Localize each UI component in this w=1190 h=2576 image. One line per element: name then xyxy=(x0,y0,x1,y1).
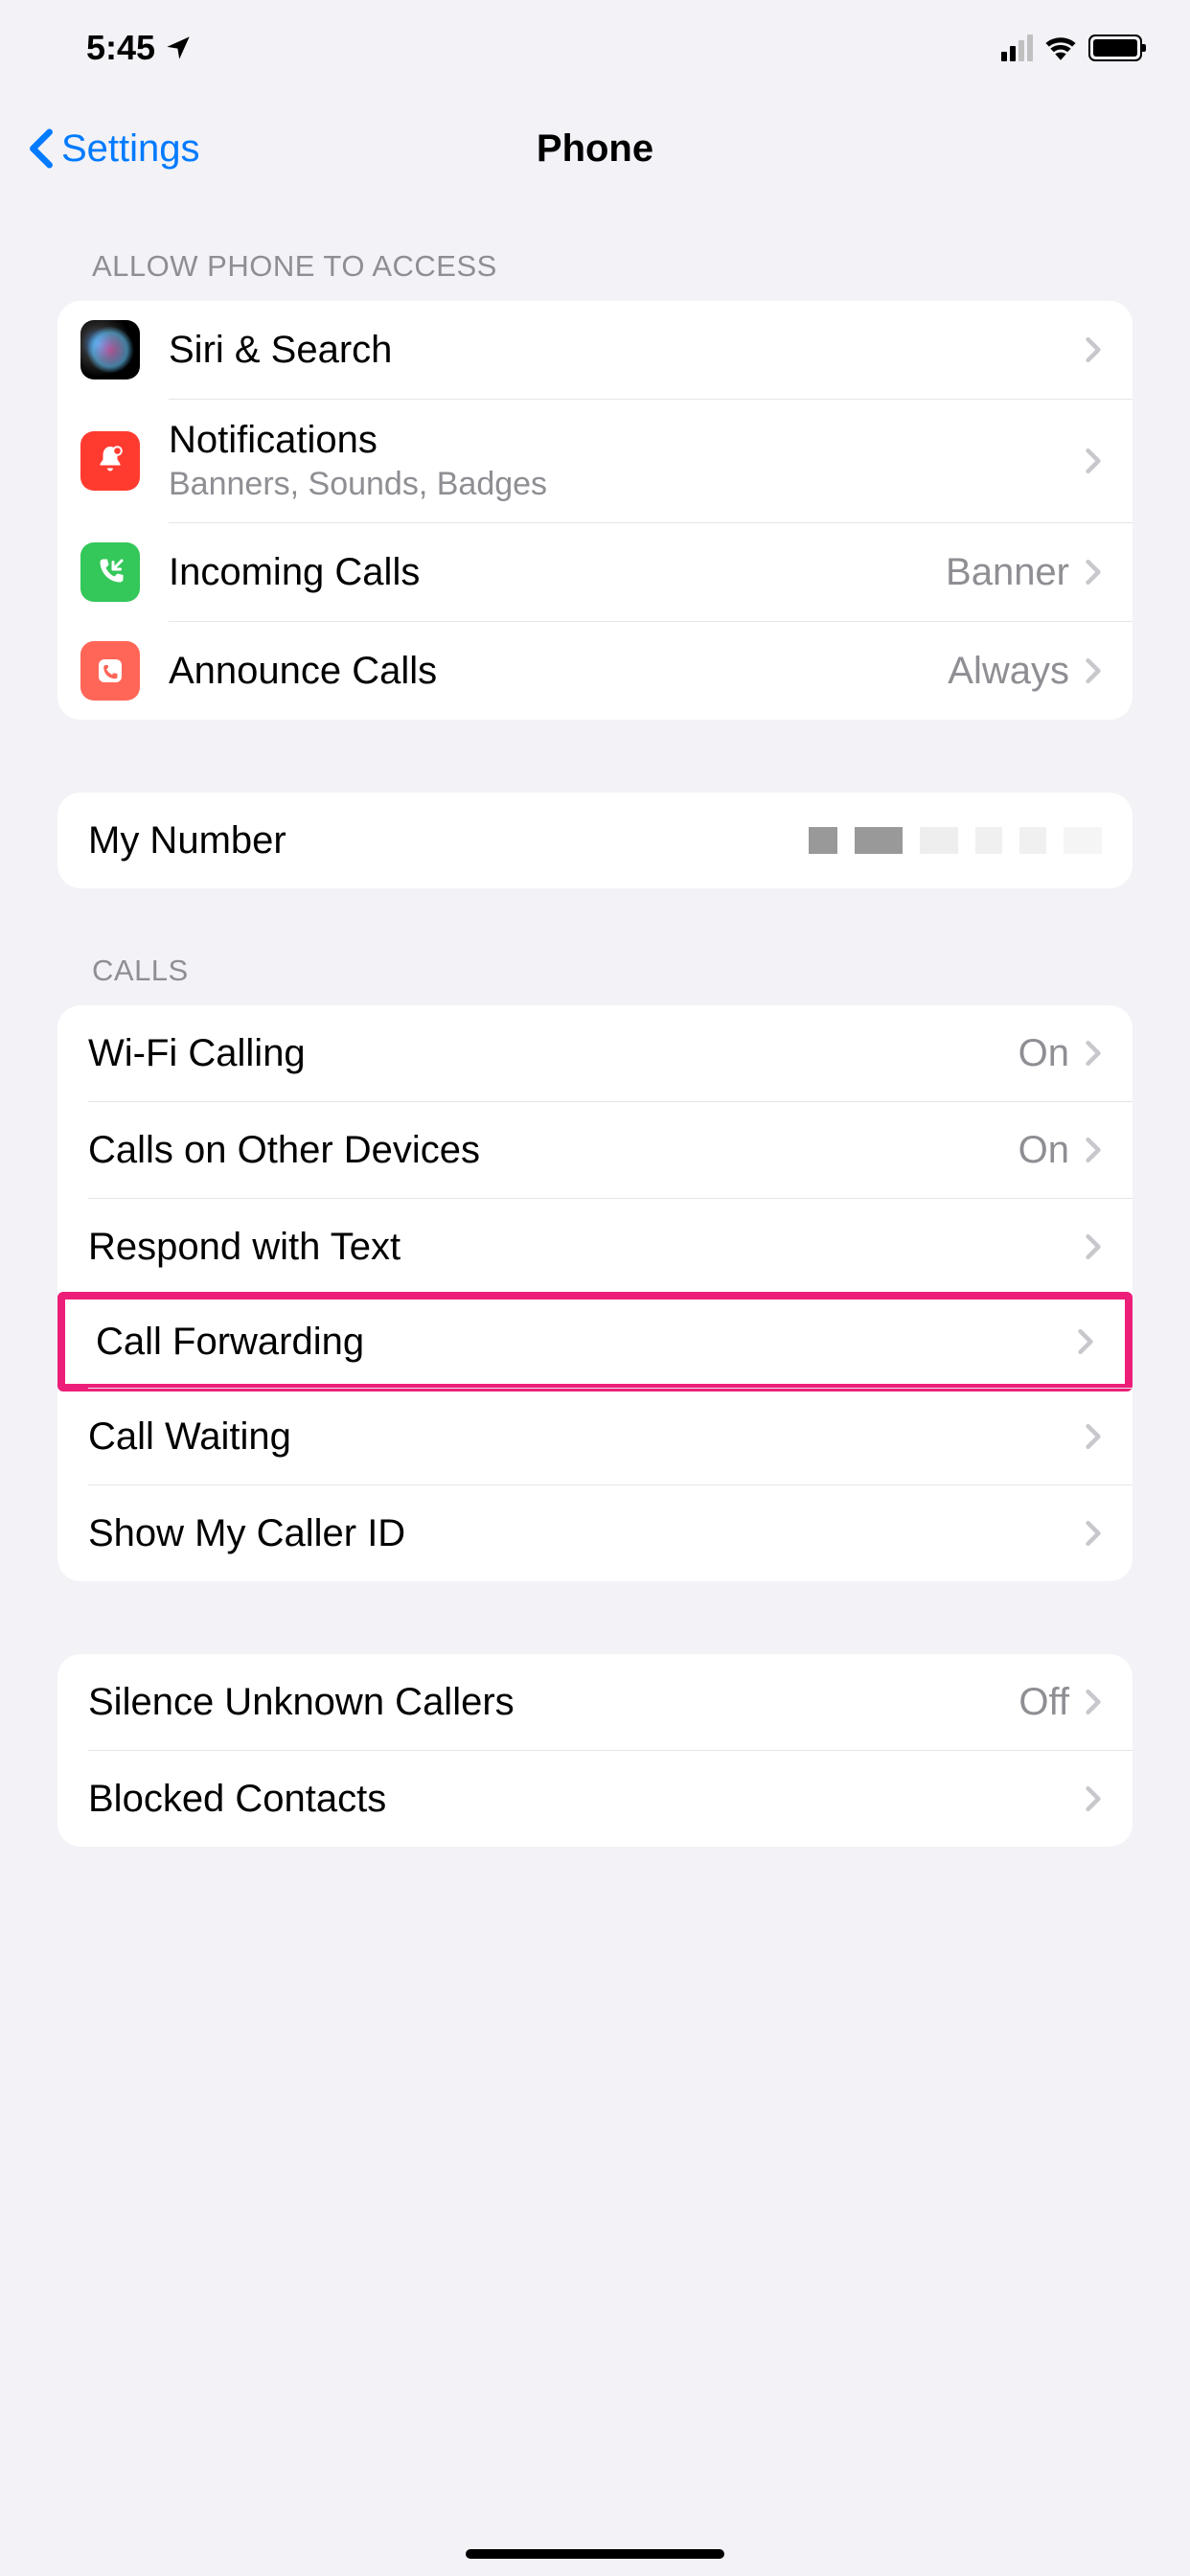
chevron-right-icon xyxy=(1085,1519,1102,1548)
respond-label: Respond with Text xyxy=(88,1226,1085,1269)
row-incoming-calls[interactable]: Incoming Calls Banner xyxy=(57,523,1133,621)
siri-icon xyxy=(80,320,140,380)
page-title: Phone xyxy=(537,127,653,171)
section-access: Siri & Search Notifications Banners, Sou… xyxy=(57,301,1133,720)
row-announce-calls[interactable]: Announce Calls Always xyxy=(57,622,1133,720)
chevron-right-icon xyxy=(1085,1784,1102,1813)
section-header-access: Allow Phone to Access xyxy=(57,201,1133,301)
my-number-label: My Number xyxy=(88,819,809,862)
chevron-right-icon xyxy=(1085,1232,1102,1261)
chevron-right-icon xyxy=(1085,1688,1102,1716)
row-silence-unknown[interactable]: Silence Unknown Callers Off xyxy=(57,1654,1133,1750)
status-bar: 5:45 xyxy=(0,0,1190,96)
row-calls-other-devices[interactable]: Calls on Other Devices On xyxy=(57,1102,1133,1198)
siri-label: Siri & Search xyxy=(169,329,1085,372)
location-icon xyxy=(165,34,192,61)
chevron-right-icon xyxy=(1085,1422,1102,1451)
silence-unknown-value: Off xyxy=(1018,1681,1069,1724)
row-call-forwarding[interactable]: Call Forwarding xyxy=(65,1300,1125,1384)
row-blocked-contacts[interactable]: Blocked Contacts xyxy=(57,1751,1133,1847)
chevron-right-icon xyxy=(1085,335,1102,364)
notifications-sublabel: Banners, Sounds, Badges xyxy=(169,466,1085,503)
caller-id-label: Show My Caller ID xyxy=(88,1512,1085,1555)
wifi-calling-label: Wi-Fi Calling xyxy=(88,1032,1018,1075)
other-devices-value: On xyxy=(1018,1129,1069,1172)
row-notifications[interactable]: Notifications Banners, Sounds, Badges xyxy=(57,400,1133,522)
announce-label: Announce Calls xyxy=(169,650,948,693)
chevron-right-icon xyxy=(1077,1327,1094,1356)
battery-icon xyxy=(1088,34,1142,61)
notifications-label: Notifications xyxy=(169,419,1085,462)
chevron-right-icon xyxy=(1085,1039,1102,1068)
cellular-signal-icon xyxy=(1001,34,1033,61)
status-icons xyxy=(1001,34,1142,61)
blocked-label: Blocked Contacts xyxy=(88,1778,1085,1821)
row-call-waiting[interactable]: Call Waiting xyxy=(57,1389,1133,1484)
waiting-label: Call Waiting xyxy=(88,1415,1085,1459)
notifications-icon xyxy=(80,431,140,491)
announce-calls-icon xyxy=(80,641,140,701)
status-time: 5:45 xyxy=(86,28,155,68)
row-respond-with-text[interactable]: Respond with Text xyxy=(57,1199,1133,1295)
incoming-calls-icon xyxy=(80,542,140,602)
other-devices-label: Calls on Other Devices xyxy=(88,1129,1018,1172)
incoming-label: Incoming Calls xyxy=(169,551,946,594)
section-silence: Silence Unknown Callers Off Blocked Cont… xyxy=(57,1654,1133,1847)
section-header-calls: Calls xyxy=(57,888,1133,1005)
wifi-icon xyxy=(1044,35,1077,60)
home-indicator[interactable] xyxy=(466,2549,724,2559)
chevron-left-icon xyxy=(29,128,54,169)
status-time-group: 5:45 xyxy=(86,28,192,68)
chevron-right-icon xyxy=(1085,447,1102,475)
wifi-calling-value: On xyxy=(1018,1032,1069,1075)
section-my-number: My Number xyxy=(57,793,1133,888)
silence-unknown-label: Silence Unknown Callers xyxy=(88,1681,1018,1724)
row-wifi-calling[interactable]: Wi-Fi Calling On xyxy=(57,1005,1133,1101)
incoming-value: Banner xyxy=(946,551,1069,594)
row-my-number[interactable]: My Number xyxy=(57,793,1133,888)
row-show-caller-id[interactable]: Show My Caller ID xyxy=(57,1485,1133,1581)
row-siri-search[interactable]: Siri & Search xyxy=(57,301,1133,399)
chevron-right-icon xyxy=(1085,558,1102,586)
highlight-annotation: Call Forwarding xyxy=(57,1292,1133,1392)
section-calls: Wi-Fi Calling On Calls on Other Devices … xyxy=(57,1005,1133,1581)
back-label: Settings xyxy=(61,127,200,171)
forwarding-label: Call Forwarding xyxy=(96,1321,1077,1364)
my-number-value-redacted xyxy=(809,827,1102,854)
navigation-bar: Settings Phone xyxy=(0,96,1190,201)
chevron-right-icon xyxy=(1085,1136,1102,1164)
back-button[interactable]: Settings xyxy=(29,127,200,171)
announce-value: Always xyxy=(948,650,1069,693)
chevron-right-icon xyxy=(1085,656,1102,685)
